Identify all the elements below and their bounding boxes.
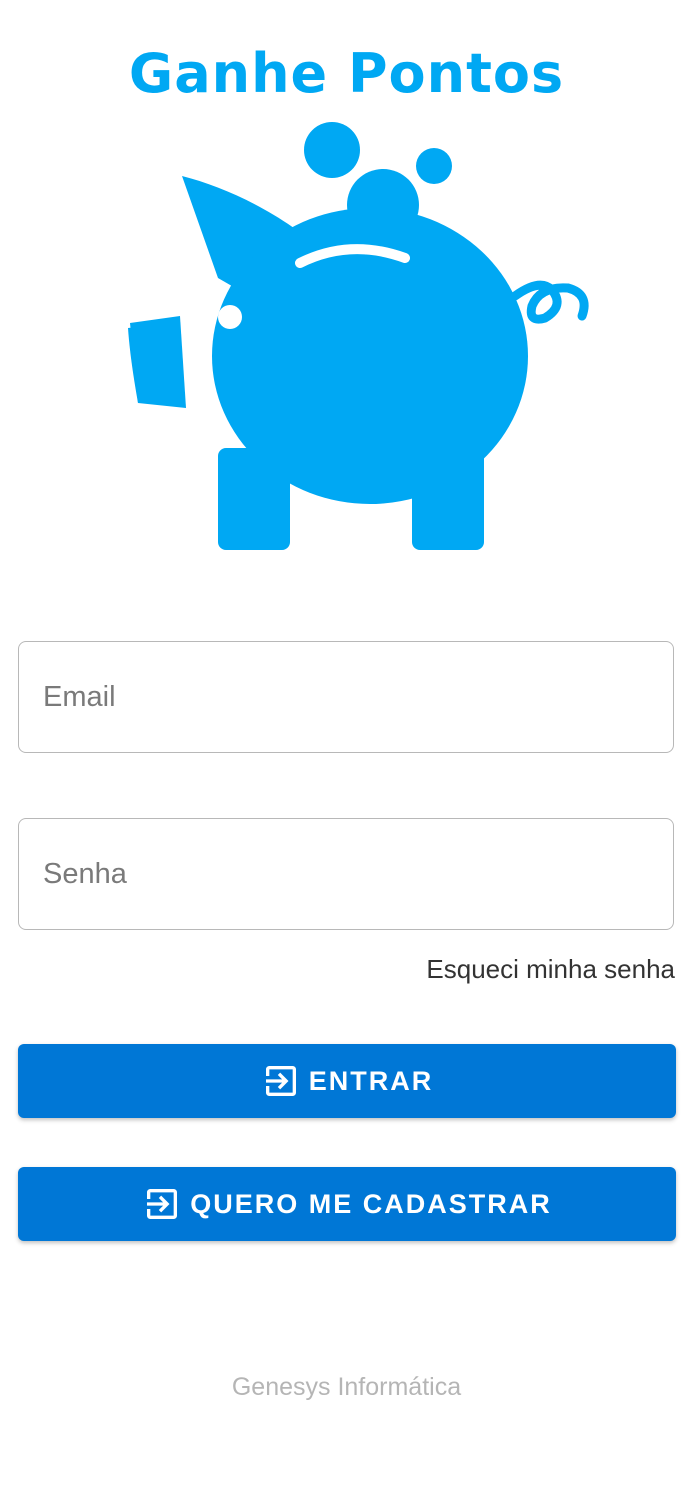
email-field-container[interactable]	[18, 641, 674, 753]
password-field-container[interactable]	[18, 818, 674, 930]
piggy-bank-icon	[128, 122, 589, 550]
login-page: Ganhe Pontos Esqueci minha s	[0, 0, 693, 1500]
password-field[interactable]	[43, 819, 643, 929]
login-button-label: ENTRAR	[308, 1065, 434, 1096]
email-field[interactable]	[43, 642, 643, 752]
register-button[interactable]: QUERO ME CADASTRAR	[18, 1167, 676, 1241]
login-button[interactable]: ENTRAR	[18, 1044, 676, 1118]
forgot-password-link[interactable]: Esqueci minha senha	[426, 952, 675, 986]
app-title: Ganhe Pontos	[128, 42, 565, 105]
footer-text: Genesys Informática	[231, 1373, 462, 1401]
login-icon	[261, 1061, 301, 1101]
register-button-label: QUERO ME CADASTRAR	[190, 1188, 552, 1219]
login-icon	[142, 1184, 182, 1224]
